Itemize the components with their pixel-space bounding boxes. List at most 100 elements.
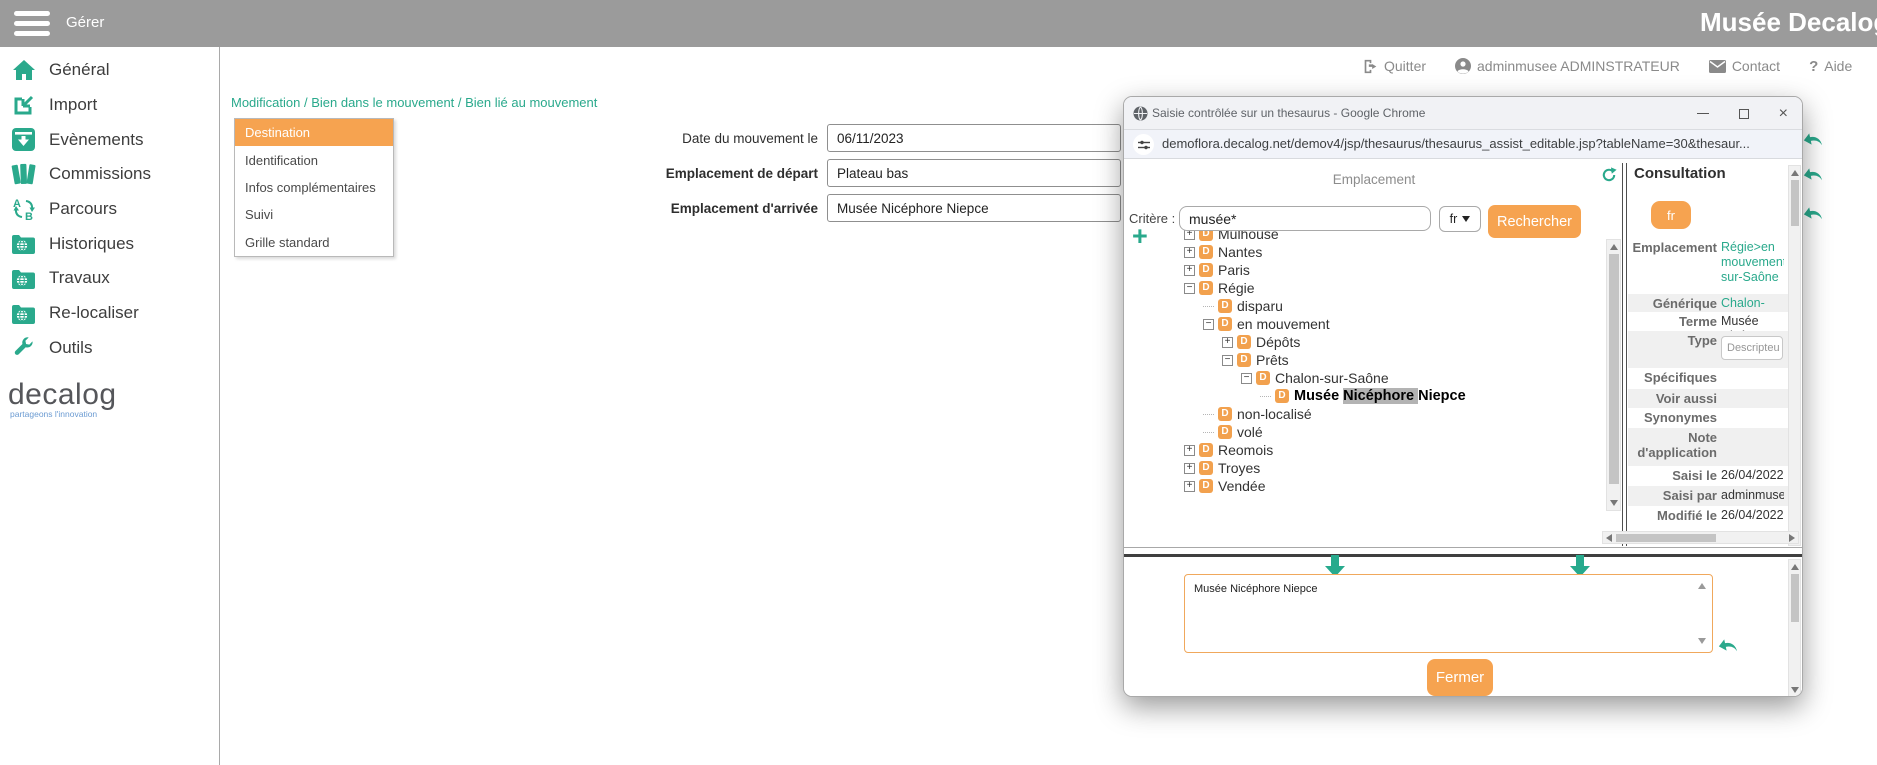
search-button[interactable]: Rechercher <box>1488 205 1581 238</box>
tab-destination[interactable]: Destination <box>235 119 393 146</box>
language-select[interactable]: fr <box>1439 206 1481 232</box>
tree-node[interactable]: Dnon-localisé <box>1124 405 1604 423</box>
close-button[interactable]: Fermer <box>1427 659 1493 696</box>
consultation-title: Consultation <box>1634 165 1726 182</box>
sidebar-item-outils[interactable]: Outils <box>10 331 210 366</box>
form-input-3[interactable]: Musée Nicéphore Niepce <box>827 194 1121 222</box>
consultation-value[interactable]: Chalon-sur- <box>1717 296 1784 312</box>
collapse-icon[interactable]: − <box>1241 373 1252 384</box>
expand-icon[interactable]: + <box>1184 481 1195 492</box>
tree-node[interactable]: −DPrêts <box>1124 351 1604 369</box>
window-title: Saisie contrôlée sur un thesaurus - Goog… <box>1152 106 1425 120</box>
expand-icon[interactable]: + <box>1184 265 1195 276</box>
collapse-icon[interactable]: − <box>1222 355 1233 366</box>
refresh-icon[interactable] <box>1601 167 1617 188</box>
form-label: Date du mouvement le <box>538 131 818 146</box>
descriptor-icon: D <box>1199 245 1213 259</box>
tree-node[interactable]: +DDépôts <box>1124 333 1604 351</box>
form-input-1[interactable]: 06/11/2023 <box>827 124 1121 152</box>
sidebar-item-re-localiser[interactable]: Re-localiser <box>10 296 210 331</box>
collapse-icon[interactable]: − <box>1184 283 1195 294</box>
site-settings-icon[interactable] <box>1133 134 1154 155</box>
events-icon <box>10 126 37 153</box>
consultation-value: 26/04/2022 <box>1717 508 1784 531</box>
tree-node[interactable]: −Den mouvement <box>1124 315 1604 333</box>
consultation-label: Note d'application <box>1628 430 1717 466</box>
tree-node[interactable]: +DVendée <box>1124 477 1604 495</box>
expand-icon[interactable]: + <box>1222 337 1233 348</box>
chevron-down-icon <box>1462 216 1470 222</box>
tree-node-label: volé <box>1237 424 1263 440</box>
current-user[interactable]: adminmusee ADMINSTRATEUR <box>1455 58 1680 74</box>
tab-infos-compl-mentaires[interactable]: Infos complémentaires <box>235 174 393 201</box>
thesaurus-heading: Emplacement <box>1124 172 1624 187</box>
footer-scrollbar[interactable] <box>1788 559 1801 697</box>
tree-node-label: Prêts <box>1256 352 1289 368</box>
sidebar-item-parcours[interactable]: ABParcours <box>10 192 210 227</box>
undo-icon[interactable] <box>1801 128 1825 152</box>
consultation-label: Emplacement <box>1628 240 1717 294</box>
consultation-row: Note d'application <box>1628 428 1788 466</box>
tree-node-label: Paris <box>1218 262 1250 278</box>
consultation-h-scrollbar[interactable] <box>1602 531 1799 544</box>
collapse-icon[interactable]: − <box>1203 319 1214 330</box>
minimize-icon[interactable] <box>1697 113 1709 115</box>
consultation-value: Descripteu <box>1717 333 1784 368</box>
tree-connector <box>1203 432 1214 433</box>
window-titlebar[interactable]: Saisie contrôlée sur un thesaurus - Goog… <box>1124 97 1802 130</box>
sidebar-item-historiques[interactable]: Historiques <box>10 226 210 261</box>
consultation-label: Générique <box>1628 296 1717 312</box>
quit-link[interactable]: Quitter <box>1363 58 1426 74</box>
menu-label[interactable]: Gérer <box>66 14 104 31</box>
sidebar-item-label: Import <box>49 95 97 115</box>
url-bar[interactable]: demoflora.decalog.net/demov4/jsp/thesaur… <box>1124 130 1802 159</box>
sidebar-item-import[interactable]: Import <box>10 88 210 123</box>
folder-globe-icon <box>10 300 37 327</box>
form-input-2[interactable]: Plateau bas <box>827 159 1121 187</box>
descriptor-icon: D <box>1218 425 1232 439</box>
undo-icon[interactable] <box>1801 202 1825 226</box>
tree-scrollbar[interactable] <box>1606 239 1621 511</box>
selected-term-textarea[interactable]: Musée Nicéphore Niepce <box>1184 574 1713 653</box>
tree-node[interactable]: Ddisparu <box>1124 297 1604 315</box>
tab-identification[interactable]: Identification <box>235 146 393 173</box>
language-tab-fr[interactable]: fr <box>1651 201 1691 229</box>
descriptor-icon: D <box>1218 299 1232 313</box>
tree-node[interactable]: −DRégie <box>1124 279 1604 297</box>
tree-node[interactable]: +DParis <box>1124 261 1604 279</box>
help-link[interactable]: ?Aide <box>1809 58 1852 75</box>
tree-node-label: Chalon-sur-Saône <box>1275 370 1389 386</box>
consultation-label: Modifié le <box>1628 508 1717 531</box>
consultation-scrollbar[interactable] <box>1788 165 1801 546</box>
tab-suivi[interactable]: Suivi <box>235 201 393 228</box>
sidebar-item-commissions[interactable]: Commissions <box>10 157 210 192</box>
maximize-icon[interactable] <box>1739 109 1749 119</box>
tree-node[interactable]: −DChalon-sur-Saône <box>1124 369 1604 387</box>
expand-icon[interactable]: + <box>1184 445 1195 456</box>
consultation-value[interactable]: Régie>en mouvement sur-Saône <box>1717 240 1784 294</box>
section-tab-list: DestinationIdentificationInfos complémen… <box>234 118 394 257</box>
consultation-label: Synonymes <box>1628 410 1717 428</box>
hamburger-menu-icon[interactable] <box>14 11 50 36</box>
sidebar-item-ev-nements[interactable]: Evènements <box>10 122 210 157</box>
criterion-input[interactable]: musée* <box>1179 206 1431 231</box>
logout-icon <box>1363 59 1378 74</box>
tree-node[interactable]: DMusée Nicéphore Niepce <box>1124 387 1604 405</box>
tree-node[interactable]: +DNantes <box>1124 243 1604 261</box>
tree-node[interactable]: Dvolé <box>1124 423 1604 441</box>
expand-icon[interactable]: + <box>1184 463 1195 474</box>
tree-node[interactable]: +DTroyes <box>1124 459 1604 477</box>
contact-link[interactable]: Contact <box>1709 58 1780 74</box>
type-select[interactable]: Descripteu <box>1721 336 1783 360</box>
tree-node-label: Reomois <box>1218 442 1273 458</box>
close-icon[interactable]: × <box>1779 109 1788 119</box>
undo-icon[interactable] <box>1801 163 1825 187</box>
tree-node[interactable]: +DReomois <box>1124 441 1604 459</box>
sidebar-item-travaux[interactable]: Travaux <box>10 261 210 296</box>
tab-grille-standard[interactable]: Grille standard <box>235 229 393 256</box>
thesaurus-popup-window: Saisie contrôlée sur un thesaurus - Goog… <box>1123 96 1803 697</box>
expand-icon[interactable]: + <box>1184 247 1195 258</box>
add-term-icon[interactable]: + <box>1132 223 1148 249</box>
undo-icon[interactable] <box>1716 634 1739 657</box>
sidebar-item-g-n-ral[interactable]: Général <box>10 53 210 88</box>
